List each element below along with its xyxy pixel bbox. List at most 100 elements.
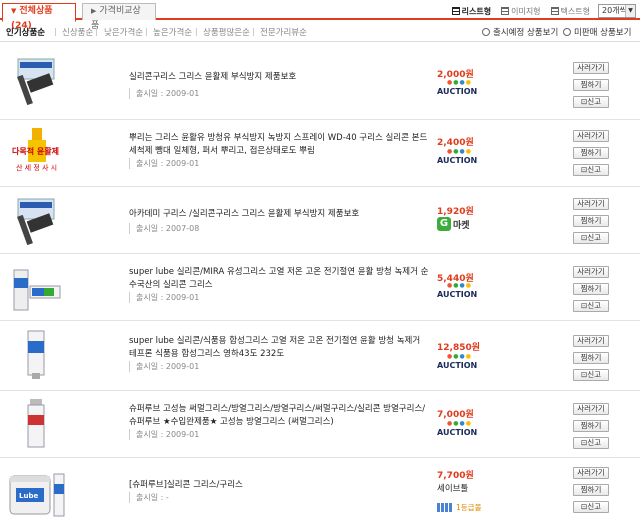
view-image-label: 이미지형 xyxy=(511,6,541,16)
shop-logo[interactable]: ●●●● AUCTION xyxy=(437,420,477,438)
buy-button[interactable]: 사러가기 xyxy=(573,198,609,210)
view-text-button[interactable]: 텍스트형 xyxy=(550,6,590,17)
product-thumbnail[interactable] xyxy=(8,260,64,316)
wish-button[interactable]: 찜하기 xyxy=(573,484,609,496)
sort-bar: 인기상품순 신상품순 낮은가격순 높은가격순 상품평많은순 전문가리뷰순 출시예… xyxy=(0,26,640,40)
report-label: 신고 xyxy=(587,165,602,174)
sort-rating[interactable]: 상품평많은순 xyxy=(203,26,250,38)
sort-divider xyxy=(96,28,97,36)
logo-dots: ●●●● xyxy=(447,79,472,86)
chevron-down-icon: ▼ xyxy=(625,5,635,17)
buy-button[interactable]: 사러가기 xyxy=(573,403,609,415)
product-title[interactable]: [슈퍼루브]실리콘 그리스/구리스 xyxy=(129,479,429,492)
report-button[interactable]: ⊡신고 xyxy=(573,232,609,244)
product-price[interactable]: 12,850원 xyxy=(437,340,480,353)
shop-name: 마켓 xyxy=(453,220,470,231)
buy-button[interactable]: 사러가기 xyxy=(573,62,609,74)
shop-name: AUCTION xyxy=(437,290,478,299)
product-thumbnail[interactable] xyxy=(8,53,64,109)
view-image-button[interactable]: 이미지형 xyxy=(501,6,541,17)
logo-dots: ●●●● xyxy=(447,148,472,155)
product-title[interactable]: 슈퍼루브 고성능 써멀그리스/방열그리스/방열구리스/써멀구리스/실리콘 방열구… xyxy=(129,403,429,429)
per-page-select[interactable]: 20개씩 ▼ xyxy=(598,4,636,18)
svg-text:다목적 윤활제: 다목적 윤활제 xyxy=(12,146,59,156)
sort-divider xyxy=(146,28,147,36)
buy-button[interactable]: 사러가기 xyxy=(573,266,609,278)
product-price[interactable]: 2,400원 xyxy=(437,135,474,148)
auction-logo: ●●●● AUCTION xyxy=(437,420,477,438)
product-thumbnail[interactable]: Lube xyxy=(8,464,70,518)
tab-all-label: 전체상품 xyxy=(19,6,53,16)
shop-name: AUCTION xyxy=(437,428,478,437)
grade-icon xyxy=(437,503,453,512)
filter-unreleased-label: 미판매 상품보기 xyxy=(574,28,632,38)
product-title[interactable]: super lube 실리콘/식품용 합성그리스 고열 저온 고온 전기절연 윤… xyxy=(129,335,429,361)
shop-logo[interactable]: ●●●● AUCTION xyxy=(437,148,477,166)
shop-logo[interactable]: ●●●● AUCTION xyxy=(437,353,477,371)
logo-dots: ●●●● xyxy=(447,282,472,289)
product-thumbnail[interactable] xyxy=(8,327,64,383)
sort-popular[interactable]: 인기상품순 xyxy=(6,26,45,38)
buy-button[interactable]: 사러가기 xyxy=(573,335,609,347)
buy-button[interactable]: 사러가기 xyxy=(573,130,609,142)
filter-unreleased-radio[interactable]: 미판매 상품보기 xyxy=(563,26,631,38)
grade-label: 1등급몰 xyxy=(456,503,482,512)
sort-divider xyxy=(55,28,56,36)
report-label: 신고 xyxy=(587,502,602,511)
sort-divider xyxy=(196,28,197,36)
report-label: 신고 xyxy=(587,438,602,447)
sort-expert[interactable]: 전문가리뷰순 xyxy=(260,26,307,38)
report-button[interactable]: ⊡신고 xyxy=(573,164,609,176)
wish-button[interactable]: 찜하기 xyxy=(573,215,609,227)
product-price[interactable]: 7,700원 xyxy=(437,468,474,481)
per-page-value: 20개씩 xyxy=(602,6,627,15)
shop-logo[interactable]: 세이브툴 1등급몰 xyxy=(437,482,481,513)
product-row: super lube 실리콘/식품용 합성그리스 고열 저온 고온 전기절연 윤… xyxy=(0,321,640,391)
filter-upcoming-radio[interactable]: 출시예정 상품보기 xyxy=(482,26,558,38)
release-date: 출시일 : 2009-01 xyxy=(129,429,199,440)
report-button[interactable]: ⊡신고 xyxy=(573,437,609,449)
wish-button[interactable]: 찜하기 xyxy=(573,147,609,159)
product-price[interactable]: 7,000원 xyxy=(437,407,474,420)
release-date: 출시일 : 2009-01 xyxy=(129,292,199,303)
shop-name: AUCTION xyxy=(437,361,478,370)
svg-text:산 세 정 사 시: 산 세 정 사 시 xyxy=(16,163,57,172)
tab-price-compare[interactable]: ▶ 가격비교상품 xyxy=(82,3,156,31)
product-row: 실리콘구리스 그리스 윤활제 부식방지 제품보호 출시일 : 2009-01 2… xyxy=(0,42,640,120)
product-title[interactable]: 실리콘구리스 그리스 윤활제 부식방지 제품보호 xyxy=(129,71,429,84)
wish-button[interactable]: 찜하기 xyxy=(573,283,609,295)
product-title[interactable]: super lube 실리콘/MIRA 유성그리스 고열 저온 고온 전기절연 … xyxy=(129,266,429,292)
report-button[interactable]: ⊡신고 xyxy=(573,96,609,108)
product-thumbnail[interactable] xyxy=(8,193,64,249)
report-button[interactable]: ⊡신고 xyxy=(573,300,609,312)
wish-button[interactable]: 찜하기 xyxy=(573,79,609,91)
logo-dots: ●●●● xyxy=(447,353,472,360)
shop-logo[interactable]: G 마켓 xyxy=(437,217,470,231)
sort-high-price[interactable]: 높은가격순 xyxy=(153,26,192,38)
product-row: super lube 실리콘/MIRA 유성그리스 고열 저온 고온 전기절연 … xyxy=(0,254,640,321)
shop-name: AUCTION xyxy=(437,156,478,165)
wish-button[interactable]: 찜하기 xyxy=(573,420,609,432)
auction-logo: ●●●● AUCTION xyxy=(437,282,477,300)
shop-logo[interactable]: ●●●● AUCTION xyxy=(437,79,477,97)
buy-button[interactable]: 사러가기 xyxy=(573,467,609,479)
report-button[interactable]: ⊡신고 xyxy=(573,369,609,381)
view-text-label: 텍스트형 xyxy=(560,6,590,16)
radio-icon xyxy=(563,28,571,36)
wish-button[interactable]: 찜하기 xyxy=(573,352,609,364)
filter-upcoming-label: 출시예정 상품보기 xyxy=(493,28,559,38)
product-title[interactable]: 뿌리는 그리스 윤활유 방청유 부식방지 녹방지 스프레이 WD-40 구리스 … xyxy=(129,132,429,158)
product-title[interactable]: 아카데미 구리스 /실리콘구리스 그리스 윤활제 부식방지 제품보호 xyxy=(129,208,429,221)
release-date: 출시일 : 2007-08 xyxy=(129,223,199,234)
shop-logo[interactable]: ●●●● AUCTION xyxy=(437,282,477,300)
product-price[interactable]: 1,920원 xyxy=(437,204,474,217)
sort-newest[interactable]: 신상품순 xyxy=(62,26,93,38)
shop-grade: 1등급몰 xyxy=(437,502,481,513)
tab-all-products[interactable]: ▼ 전체상품 (24) xyxy=(2,3,76,31)
product-thumbnail[interactable] xyxy=(8,397,64,453)
product-thumbnail[interactable]: 다목적 윤활제 산 세 정 사 시 xyxy=(8,126,64,182)
report-label: 신고 xyxy=(587,233,602,242)
report-button[interactable]: ⊡신고 xyxy=(573,501,609,513)
view-list-button[interactable]: 리스트형 xyxy=(451,6,491,17)
sort-low-price[interactable]: 낮은가격순 xyxy=(104,26,143,38)
